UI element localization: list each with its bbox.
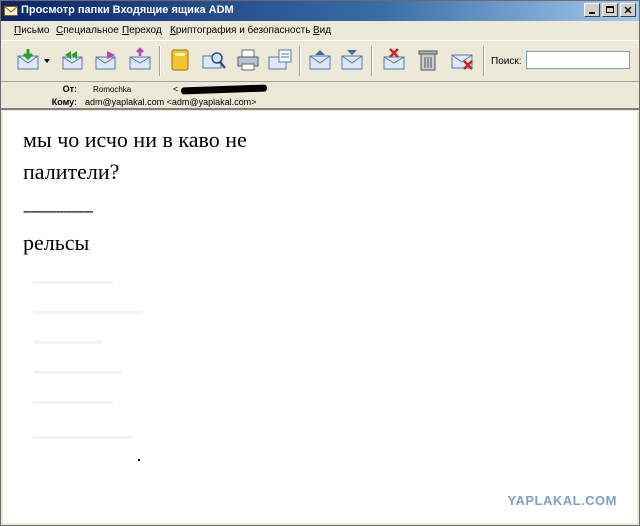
reply-all-icon[interactable]: [59, 47, 85, 73]
toolbar-separator: [299, 46, 301, 76]
menu-bar: Письмо Специальное Переход Криптография …: [1, 21, 639, 40]
menu-crypto[interactable]: Криптография и безопасность: [170, 25, 310, 36]
window-title: Просмотр папки Входящие ящика ADM: [21, 4, 234, 16]
close-icon: [624, 6, 632, 14]
ghost-text: ▬▬▬▬▬▬▬▬▬▬▬: [33, 306, 143, 317]
toolbar: Поиск:: [1, 40, 639, 82]
next-message-icon[interactable]: [339, 47, 365, 73]
delete-message-icon[interactable]: [381, 47, 407, 73]
search-input[interactable]: [526, 51, 630, 69]
message-separator: -------------------: [23, 204, 94, 219]
ghost-text: ▬▬▬▬▬▬▬: [33, 336, 103, 347]
title-bar[interactable]: Просмотр папки Входящие ящика ADM: [1, 1, 639, 21]
search-label: Поиск:: [491, 56, 522, 67]
menu-special[interactable]: Специальное: [56, 25, 119, 36]
menu-view[interactable]: Вид: [313, 25, 331, 36]
forward-icon[interactable]: [93, 47, 119, 73]
mail-viewer-window: Просмотр папки Входящие ящика ADM Письмо…: [0, 0, 640, 526]
prev-message-icon[interactable]: [307, 47, 333, 73]
ghost-text: ▬▬▬▬▬▬▬▬: [33, 396, 113, 407]
toolbar-separator: [371, 46, 373, 76]
maximize-icon: [606, 6, 614, 13]
address-book-icon[interactable]: [167, 47, 193, 73]
properties-icon[interactable]: [267, 47, 293, 73]
envelope-icon: [4, 6, 18, 16]
menu-letter[interactable]: Письмо: [14, 25, 49, 36]
toolbar-separator: [483, 46, 485, 76]
from-label: От:: [62, 84, 77, 94]
message-line-3: рельсы: [23, 230, 90, 255]
from-address-prefix: <: [173, 84, 179, 94]
cancel-message-icon[interactable]: [449, 47, 475, 73]
maximize-button[interactable]: [602, 3, 618, 17]
watermark-logo: YAPLAKAL.COM: [507, 493, 617, 508]
message-line-2: палители?: [23, 159, 120, 184]
message-line-1: мы чо исчо ни в каво не: [23, 127, 247, 152]
menu-go[interactable]: Переход: [122, 25, 162, 36]
new-mail-icon[interactable]: [127, 47, 153, 73]
trash-icon[interactable]: [415, 47, 441, 73]
dropdown-arrow-icon[interactable]: [43, 58, 51, 64]
minimize-button[interactable]: [584, 3, 600, 17]
to-label: Кому:: [51, 97, 77, 107]
to-value[interactable]: adm@yaplakal.com <adm@yaplakal.com>: [85, 97, 256, 107]
ghost-text: ▬▬▬▬▬▬▬▬▬: [33, 366, 123, 377]
ghost-text: ▬▬▬▬▬▬▬▬: [33, 276, 113, 287]
from-name[interactable]: Romochka: [93, 85, 131, 94]
print-icon[interactable]: [235, 47, 261, 73]
minimize-icon: [589, 12, 595, 14]
stray-dot: [138, 459, 140, 461]
message-headers: От: Romochka < Кому: adm@yaplakal.com <a…: [1, 82, 639, 110]
close-button[interactable]: [620, 3, 636, 17]
toolbar-separator: [159, 46, 161, 76]
ghost-text: ▬▬▬▬▬▬▬▬▬▬: [33, 431, 133, 442]
receive-mail-icon[interactable]: [15, 47, 41, 73]
find-icon[interactable]: [201, 47, 227, 73]
